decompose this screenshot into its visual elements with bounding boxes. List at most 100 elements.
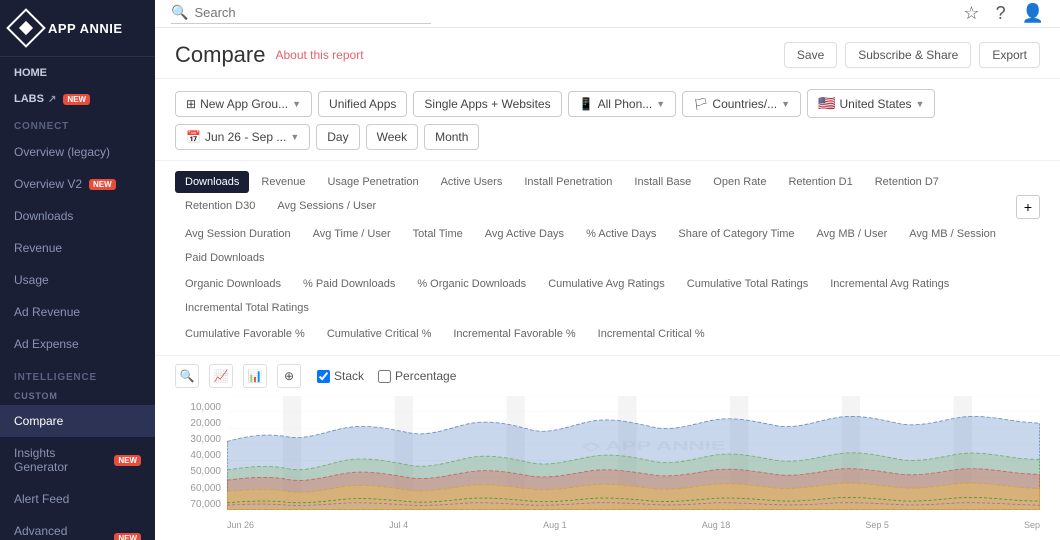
main-chart: ◇ APP ANNIE © 2019 App Annie Intelligenc… xyxy=(227,396,1040,510)
zoom-btn[interactable]: 🔍 xyxy=(175,364,199,388)
search-icon: 🔍 xyxy=(171,4,188,21)
metric-avg-sessions-user[interactable]: Avg Sessions / User xyxy=(267,195,386,219)
phone-icon: 📱 xyxy=(579,97,594,111)
date-range-label: Jun 26 - Sep ... xyxy=(205,130,286,144)
percentage-label: Percentage xyxy=(395,369,456,383)
metric-pct-organic-downloads[interactable]: % Organic Downloads xyxy=(407,273,536,295)
sidebar-item-overview-legacy[interactable]: Overview (legacy) xyxy=(0,136,155,168)
x-label-sep: Sep xyxy=(1024,520,1040,530)
stack-checkbox-label[interactable]: Stack xyxy=(317,369,364,383)
x-label-jul4: Jul 4 xyxy=(389,520,408,530)
country-label: United States xyxy=(839,97,911,111)
country-filter[interactable]: 🇺🇸 United States ▼ xyxy=(807,89,935,118)
sidebar-item-alert-feed[interactable]: Alert Feed xyxy=(0,483,155,515)
export-button[interactable]: Export xyxy=(979,42,1040,68)
y-label-20k: 20,000 xyxy=(190,418,221,429)
sidebar-item-compare[interactable]: Compare xyxy=(0,405,155,437)
country-chevron: ▼ xyxy=(916,99,925,109)
advanced-search-new-badge: NEW xyxy=(114,533,141,540)
y-label-10k: 10,000 xyxy=(190,402,221,413)
y-label-30k: 30,000 xyxy=(190,434,221,445)
countries-filter[interactable]: 🏳 Countries/... ▼ xyxy=(682,91,801,117)
chart-area: 70,000 60,000 50,000 40,000 30,000 20,00… xyxy=(155,396,1060,540)
metric-usage-penetration[interactable]: Usage Penetration xyxy=(317,171,428,193)
day-btn[interactable]: Day xyxy=(316,124,359,150)
sidebar-item-insights-generator[interactable]: Insights Generator NEW xyxy=(0,437,155,483)
page-title-group: Compare About this report xyxy=(175,42,364,68)
sidebar-item-ad-expense[interactable]: Ad Expense xyxy=(0,328,155,360)
intelligence-section-header: INTELLIGENCE xyxy=(0,360,155,387)
x-label-aug18: Aug 18 xyxy=(702,520,731,530)
sidebar-item-labs[interactable]: LABS ↗ NEW xyxy=(0,83,155,109)
search-input[interactable] xyxy=(194,5,431,20)
about-link[interactable]: About this report xyxy=(275,48,363,62)
metric-pct-paid-downloads[interactable]: % Paid Downloads xyxy=(293,273,405,295)
subscribe-button[interactable]: Subscribe & Share xyxy=(845,42,971,68)
sidebar-item-downloads[interactable]: Downloads xyxy=(0,200,155,232)
chart-options: Stack Percentage xyxy=(317,369,456,383)
metric-incremental-avg-ratings[interactable]: Incremental Avg Ratings xyxy=(820,273,959,295)
app-logo: APP ANNIE xyxy=(0,0,155,57)
metric-avg-mb-session[interactable]: Avg MB / Session xyxy=(899,223,1006,245)
unified-apps-filter[interactable]: Unified Apps xyxy=(318,91,407,117)
metric-retention-d7[interactable]: Retention D7 xyxy=(865,171,949,193)
sidebar-item-revenue[interactable]: Revenue xyxy=(0,232,155,264)
save-button[interactable]: Save xyxy=(784,42,837,68)
metric-active-users[interactable]: Active Users xyxy=(431,171,513,193)
metric-avg-session-duration[interactable]: Avg Session Duration xyxy=(175,223,301,245)
metric-incremental-total-ratings[interactable]: Incremental Total Ratings xyxy=(175,297,319,319)
metric-avg-time-user[interactable]: Avg Time / User xyxy=(303,223,401,245)
month-btn[interactable]: Month xyxy=(424,124,479,150)
metric-cumulative-favorable-pct[interactable]: Cumulative Favorable % xyxy=(175,323,315,345)
metric-cumulative-critical-pct[interactable]: Cumulative Critical % xyxy=(317,323,442,345)
metric-share-category-time[interactable]: Share of Category Time xyxy=(668,223,804,245)
external-icon: ↗ xyxy=(48,94,56,105)
metric-retention-d30[interactable]: Retention D30 xyxy=(175,195,265,219)
user-icon[interactable]: 👤 xyxy=(1022,3,1044,24)
percentage-checkbox[interactable] xyxy=(378,370,391,383)
single-apps-filter[interactable]: Single Apps + Websites xyxy=(413,91,561,117)
y-label-60k: 60,000 xyxy=(190,483,221,494)
bar-chart-btn[interactable]: 📊 xyxy=(243,364,267,388)
metric-install-penetration[interactable]: Install Penetration xyxy=(514,171,622,193)
x-label-jun26: Jun 26 xyxy=(227,520,254,530)
metric-cumulative-total-ratings[interactable]: Cumulative Total Ratings xyxy=(677,273,818,295)
week-btn[interactable]: Week xyxy=(366,124,418,150)
page-header-actions: Save Subscribe & Share Export xyxy=(784,42,1040,68)
metric-avg-mb-user[interactable]: Avg MB / User xyxy=(807,223,898,245)
connect-section-header: CONNECT xyxy=(0,109,155,136)
area-chart-btn[interactable]: ⊕ xyxy=(277,364,301,388)
metric-total-time[interactable]: Total Time xyxy=(403,223,473,245)
app-group-filter[interactable]: ⊞ New App Grou... ▼ xyxy=(175,91,312,117)
metric-organic-downloads[interactable]: Organic Downloads xyxy=(175,273,291,295)
chart-controls: 🔍 📈 📊 ⊕ Stack Percentage xyxy=(155,356,1060,396)
line-chart-btn[interactable]: 📈 xyxy=(209,364,233,388)
metric-downloads[interactable]: Downloads xyxy=(175,171,249,193)
sidebar-item-ad-revenue[interactable]: Ad Revenue xyxy=(0,296,155,328)
favorite-icon[interactable]: ☆ xyxy=(963,3,979,24)
sidebar-item-overview-v2[interactable]: Overview V2 NEW xyxy=(0,168,155,200)
metric-pct-active-days[interactable]: % Active Days xyxy=(576,223,666,245)
sidebar-item-advanced-search[interactable]: Advanced Search NEW xyxy=(0,515,155,540)
date-range-filter[interactable]: 📅 Jun 26 - Sep ... ▼ xyxy=(175,124,310,150)
metric-incremental-critical-pct[interactable]: Incremental Critical % xyxy=(588,323,715,345)
metric-revenue[interactable]: Revenue xyxy=(251,171,315,193)
sidebar-item-usage[interactable]: Usage xyxy=(0,264,155,296)
sidebar-item-home[interactable]: HOME xyxy=(0,57,155,83)
help-icon[interactable]: ? xyxy=(996,3,1006,24)
metric-avg-active-days[interactable]: Avg Active Days xyxy=(475,223,574,245)
search-box[interactable]: 🔍 xyxy=(171,4,431,24)
phone-filter[interactable]: 📱 All Phon... ▼ xyxy=(568,91,677,117)
metric-paid-downloads[interactable]: Paid Downloads xyxy=(175,247,275,269)
metric-cumulative-avg-ratings[interactable]: Cumulative Avg Ratings xyxy=(538,273,675,295)
metrics-plus-btn[interactable]: + xyxy=(1016,195,1040,219)
insights-new-badge: NEW xyxy=(114,455,141,466)
stack-checkbox[interactable] xyxy=(317,370,330,383)
topbar-icons: ☆ ? 👤 xyxy=(963,3,1044,24)
metrics-row-3: Organic Downloads % Paid Downloads % Org… xyxy=(175,273,1040,319)
metric-install-base[interactable]: Install Base xyxy=(624,171,701,193)
metric-retention-d1[interactable]: Retention D1 xyxy=(778,171,862,193)
percentage-checkbox-label[interactable]: Percentage xyxy=(378,369,456,383)
metric-open-rate[interactable]: Open Rate xyxy=(703,171,776,193)
metric-incremental-favorable-pct[interactable]: Incremental Favorable % xyxy=(443,323,585,345)
